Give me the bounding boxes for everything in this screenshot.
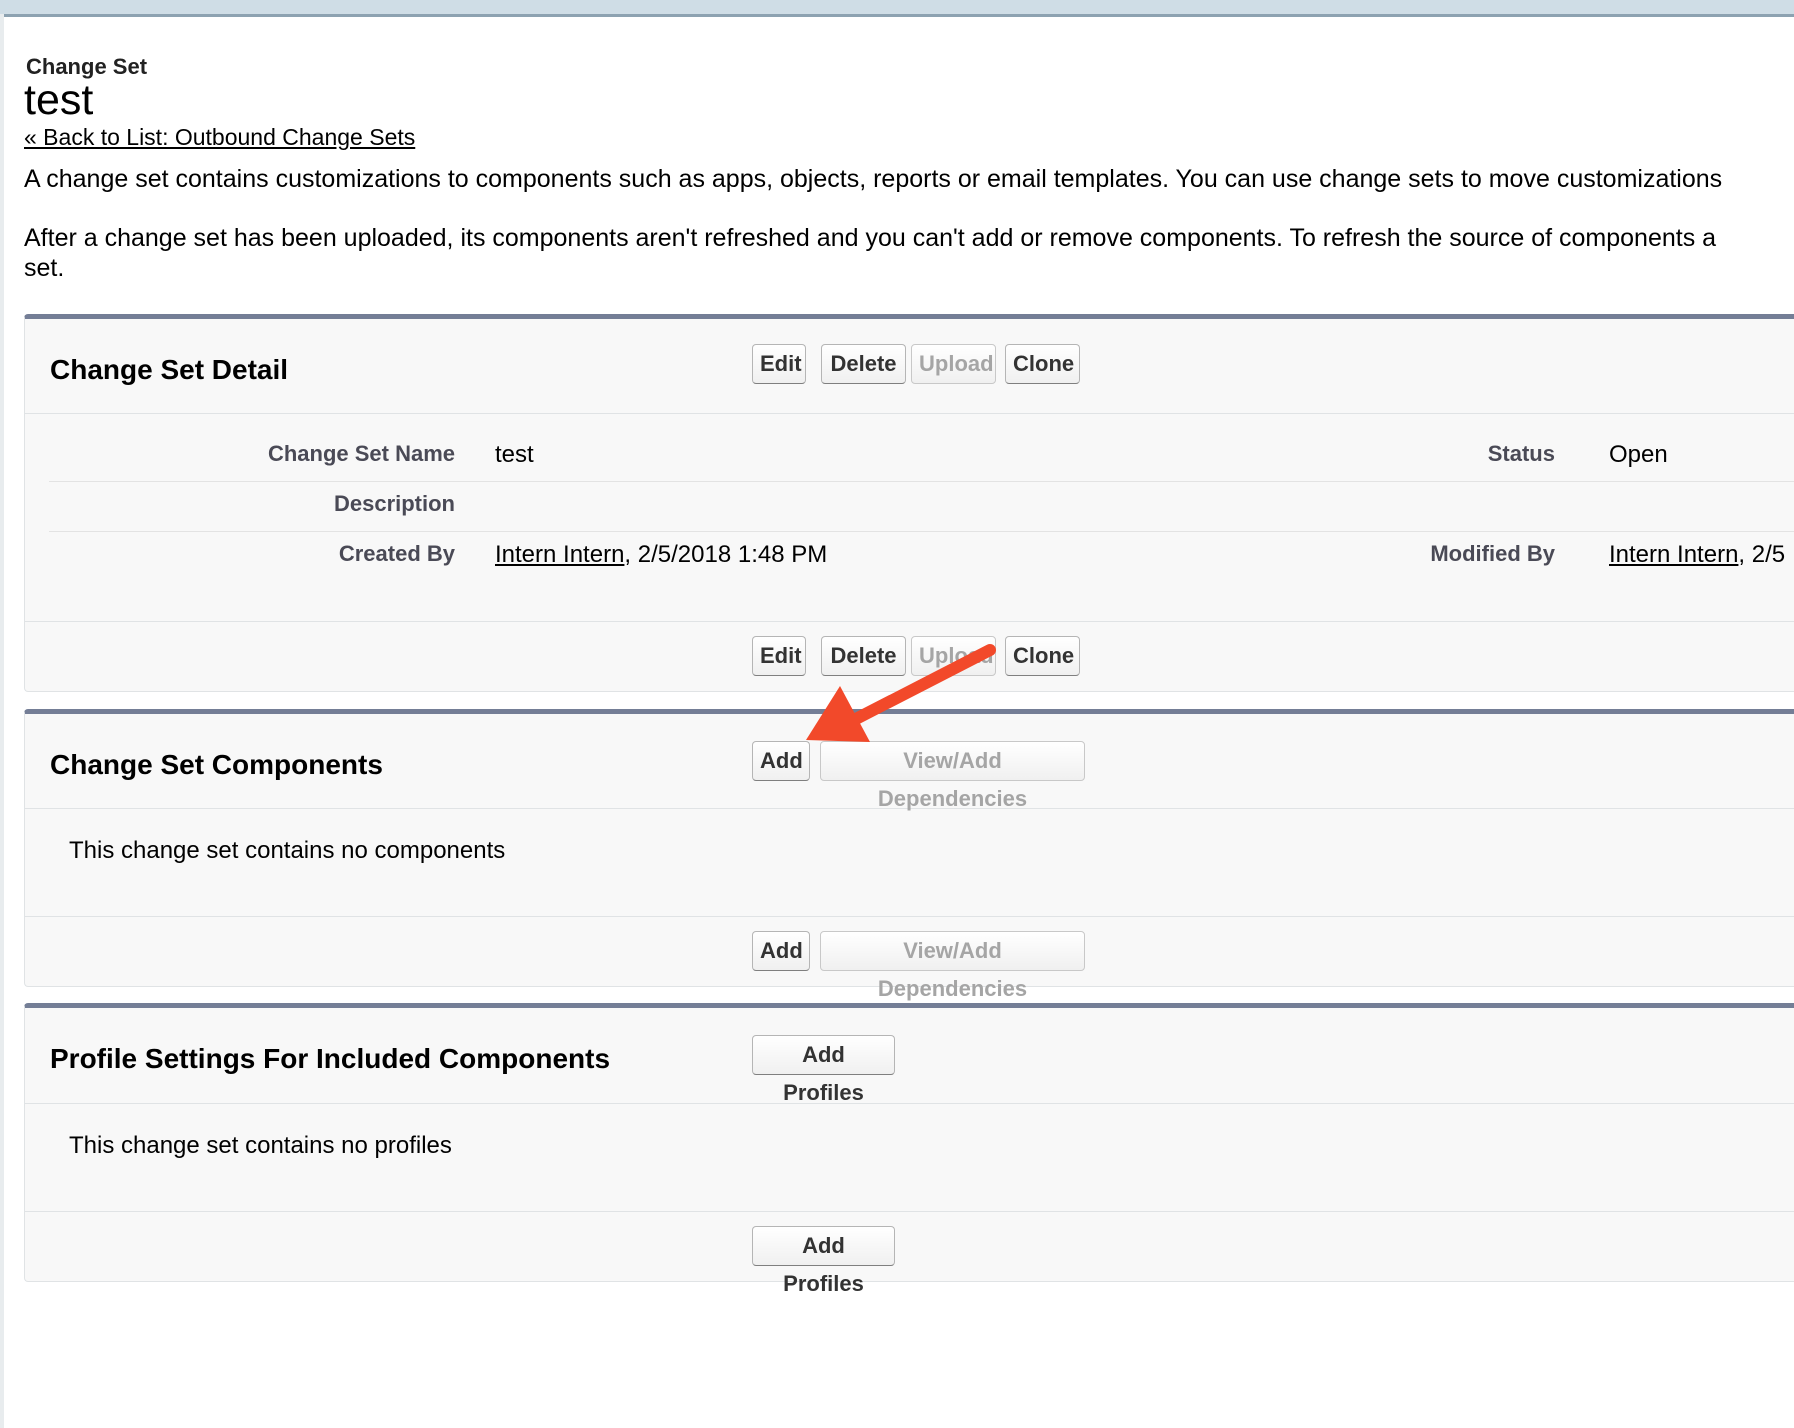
left-edge bbox=[0, 14, 4, 1428]
detail-title: Change Set Detail bbox=[50, 354, 289, 385]
row-divider bbox=[49, 481, 1794, 482]
created-by-value: Intern Intern, 2/5/2018 1:48 PM bbox=[495, 541, 827, 569]
edit-button-bottom[interactable]: Edit bbox=[752, 636, 806, 676]
edit-button[interactable]: Edit bbox=[752, 344, 806, 384]
components-header: Change Set Components Add View/Add Depen… bbox=[25, 714, 1794, 811]
description-label: Description bbox=[333, 491, 455, 516]
add-button-bottom[interactable]: Add bbox=[752, 931, 810, 971]
back-to-list-link[interactable]: « Back to List: Outbound Change Sets bbox=[24, 124, 415, 151]
change-set-detail-section: Change Set Detail Edit Delete Upload Clo… bbox=[24, 314, 1794, 692]
add-profiles-button-bottom[interactable]: Add Profiles bbox=[752, 1226, 895, 1296]
clone-button-bottom[interactable]: Clone bbox=[1005, 636, 1080, 676]
view-add-dependencies-button-bottom[interactable]: View/Add Dependencies bbox=[820, 931, 1085, 1001]
description-line-2: After a change set has been uploaded, it… bbox=[24, 224, 1717, 252]
description-line-1: A change set contains customizations to … bbox=[24, 165, 1723, 193]
clone-button[interactable]: Clone bbox=[1005, 344, 1080, 384]
profiles-header: Profile Settings For Included Components… bbox=[25, 1008, 1794, 1105]
components-footer: Add View/Add Dependencies bbox=[25, 916, 1794, 1001]
profile-settings-section: Profile Settings For Included Components… bbox=[24, 1003, 1794, 1296]
row-divider bbox=[49, 531, 1794, 532]
change-set-name-value: test bbox=[495, 441, 534, 468]
no-profiles-message: This change set contains no profiles bbox=[69, 1132, 452, 1159]
add-button[interactable]: Add bbox=[752, 741, 810, 781]
status-label: Status bbox=[1487, 441, 1555, 466]
detail-footer: Edit Delete Upload Clone bbox=[25, 621, 1794, 691]
delete-button-bottom[interactable]: Delete bbox=[821, 636, 906, 676]
profiles-title: Profile Settings For Included Components bbox=[50, 1043, 611, 1074]
page-title: test bbox=[24, 76, 94, 124]
modified-by-value: Intern Intern, 2/5 bbox=[1609, 541, 1785, 569]
no-components-message: This change set contains no components bbox=[69, 837, 506, 864]
modified-by-label: Modified By bbox=[1430, 541, 1555, 566]
detail-header: Change Set Detail Edit Delete Upload Clo… bbox=[25, 319, 1794, 414]
modified-date: , 2/5 bbox=[1738, 541, 1786, 568]
upload-button[interactable]: Upload bbox=[911, 344, 996, 384]
components-title: Change Set Components bbox=[50, 749, 383, 780]
view-add-dependencies-button[interactable]: View/Add Dependencies bbox=[820, 741, 1085, 811]
profiles-footer: Add Profiles bbox=[25, 1211, 1794, 1296]
browser-top-bar bbox=[0, 0, 1794, 17]
modified-by-user-link[interactable]: Intern Intern bbox=[1609, 541, 1738, 568]
add-profiles-button[interactable]: Add Profiles bbox=[752, 1035, 895, 1105]
status-value: Open bbox=[1609, 441, 1668, 468]
upload-button-bottom[interactable]: Upload bbox=[911, 636, 996, 676]
change-set-name-label: Change Set Name bbox=[267, 441, 455, 466]
created-by-label: Created By bbox=[338, 541, 455, 566]
delete-button[interactable]: Delete bbox=[821, 344, 906, 384]
created-by-user-link[interactable]: Intern Intern bbox=[495, 541, 624, 568]
created-date: , 2/5/2018 1:48 PM bbox=[624, 541, 828, 568]
description-line-2-cont: set. bbox=[24, 254, 65, 282]
change-set-components-section: Change Set Components Add View/Add Depen… bbox=[24, 709, 1794, 1001]
